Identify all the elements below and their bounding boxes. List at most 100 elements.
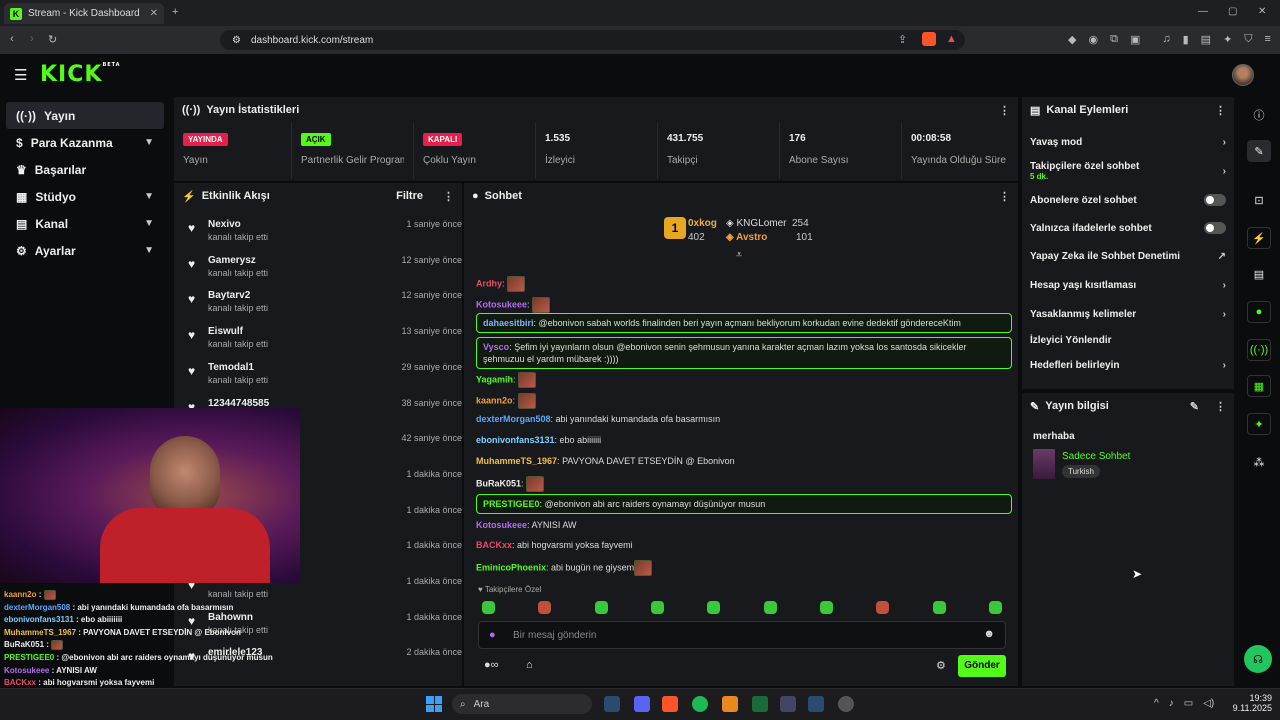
- steam-icon[interactable]: [808, 696, 824, 712]
- chat-username[interactable]: kaann2o: [476, 395, 513, 405]
- channel-action-item[interactable]: Abonelere özel sohbet: [1030, 194, 1226, 206]
- activity-username[interactable]: Eiswulf: [208, 326, 243, 337]
- sidebar-item-kanal[interactable]: ▤ Kanal ▼: [6, 210, 164, 237]
- music-icon[interactable]: ♫: [1162, 33, 1170, 46]
- activity-username[interactable]: Nexivo: [208, 219, 241, 230]
- send-button[interactable]: Gönder: [958, 655, 1006, 677]
- chat-username[interactable]: ebonivonfans3131: [476, 435, 555, 445]
- forward-icon[interactable]: ›: [30, 33, 34, 45]
- lightning-icon[interactable]: ⚡: [1247, 227, 1271, 249]
- mic-icon[interactable]: ●: [489, 629, 496, 641]
- clock[interactable]: 19:39 9.11.2025: [1232, 693, 1272, 713]
- activity-item[interactable]: ♥ Eiswulf kanalı takip etti 13 saniye önce: [184, 322, 462, 358]
- chat-username[interactable]: dexterMorgan508: [476, 414, 551, 424]
- chat-username[interactable]: EminicoPhoenix: [476, 562, 546, 572]
- more-options-icon[interactable]: ⋮: [1215, 104, 1226, 117]
- language-tag[interactable]: Turkish: [1062, 465, 1100, 478]
- brave-shield-icon[interactable]: [922, 32, 936, 46]
- document-icon[interactable]: ▤: [1247, 263, 1271, 285]
- sidebar-item-basarilar[interactable]: ♛ Başarılar: [6, 156, 164, 183]
- reload-icon[interactable]: ↻: [48, 33, 57, 46]
- chat-username[interactable]: Kotosukeee: [476, 299, 527, 309]
- wrench-icon[interactable]: ✦: [1247, 413, 1271, 435]
- store-icon[interactable]: ⌂: [526, 659, 533, 671]
- vpn-icon[interactable]: ⛉: [1244, 33, 1252, 46]
- chat-username[interactable]: Ardhy: [476, 278, 502, 288]
- activity-username[interactable]: Gamerysz: [208, 255, 256, 266]
- filter-button[interactable]: Filtre: [396, 190, 423, 202]
- chat-username[interactable]: BuRaK051: [476, 478, 521, 488]
- brave-icon[interactable]: [662, 696, 678, 712]
- edit-icon[interactable]: ✎: [1190, 400, 1199, 413]
- activity-item[interactable]: ♥ Bahownn kanalı takip etti 1 dakika önce: [184, 608, 462, 644]
- leaderboard-first-name[interactable]: 0xkog: [688, 218, 717, 229]
- support-icon[interactable]: ☊: [1244, 645, 1272, 673]
- chat-username[interactable]: Vysco: [483, 342, 509, 352]
- activity-item[interactable]: ♥ Baytarv2 kanalı takip etti 12 saniye önce: [184, 286, 462, 322]
- channel-action-item[interactable]: Yasaklanmış kelimeler ›: [1030, 309, 1226, 320]
- chat-username[interactable]: PRESTIGEE0: [483, 499, 540, 509]
- toggle-switch[interactable]: [1204, 222, 1226, 234]
- toggle-switch[interactable]: [1204, 194, 1226, 206]
- volume-icon[interactable]: ◁): [1203, 698, 1214, 709]
- app-icon[interactable]: [722, 696, 738, 712]
- emote-icon[interactable]: [538, 601, 552, 614]
- back-icon[interactable]: ‹: [10, 33, 14, 45]
- chat-username[interactable]: Yagamih: [476, 374, 513, 384]
- extension-icon[interactable]: ⧉: [1110, 33, 1118, 46]
- hamburger-menu-icon[interactable]: ☰: [14, 66, 27, 84]
- activity-item[interactable]: ♥ Nexivo kanalı takip etti 1 saniye önce: [184, 215, 462, 251]
- url-bar[interactable]: ⚙ dashboard.kick.com/stream: [220, 30, 965, 50]
- channel-action-item[interactable]: Yavaş mod ›: [1030, 137, 1226, 148]
- chat-input[interactable]: ● Bir mesaj gönderin ☻: [478, 621, 1006, 649]
- wallet-icon[interactable]: ▤: [1201, 33, 1211, 46]
- share-icon[interactable]: ⁂: [1247, 451, 1271, 473]
- activity-username[interactable]: 12344748585: [208, 398, 269, 409]
- layout-icon[interactable]: ▦: [1247, 375, 1271, 397]
- chat-username[interactable]: Kotosukeee: [476, 520, 527, 530]
- emoji-icon[interactable]: ☻: [983, 628, 995, 640]
- channel-action-item[interactable]: Yapay Zeka ile Sohbet Denetimi ↗: [1030, 251, 1226, 262]
- chat-username[interactable]: BACKxx: [476, 540, 512, 550]
- discord-icon[interactable]: [634, 696, 650, 712]
- leaderboard-second-name[interactable]: ◈ KNGLomer: [726, 218, 786, 229]
- emote-icon[interactable]: [876, 601, 890, 614]
- extension-icon[interactable]: ◆: [1068, 33, 1076, 46]
- obs-icon[interactable]: [838, 696, 854, 712]
- activity-item[interactable]: ♥ Gamerysz kanalı takip etti 12 saniye önce: [184, 251, 462, 287]
- sidebar-toggle-icon[interactable]: ▮: [1183, 33, 1189, 46]
- channel-action-item[interactable]: Yalnızca ifadelerle sohbet: [1030, 222, 1226, 234]
- emote-icon[interactable]: [594, 601, 608, 614]
- more-options-icon[interactable]: ⋮: [443, 190, 454, 203]
- channel-action-item[interactable]: Takipçilere özel sohbet 5 dk. ›: [1030, 161, 1226, 181]
- activity-username[interactable]: Baytarv2: [208, 290, 250, 301]
- more-options-icon[interactable]: ⋮: [1215, 400, 1226, 413]
- maximize-icon[interactable]: ▢: [1228, 6, 1237, 17]
- minimize-icon[interactable]: —: [1198, 6, 1208, 17]
- new-tab-icon[interactable]: +: [172, 6, 178, 18]
- pencil-icon[interactable]: ✎: [1247, 140, 1271, 162]
- emote-icon[interactable]: [932, 601, 946, 614]
- sidebar-item-yayin[interactable]: ((·)) Yayın: [6, 102, 164, 129]
- user-avatar[interactable]: [1232, 64, 1254, 86]
- activity-username[interactable]: Temodal1: [208, 362, 254, 373]
- sidebar-item-studyo[interactable]: ▦ Stüdyo ▼: [6, 183, 164, 210]
- emote-icon[interactable]: [763, 601, 777, 614]
- more-options-icon[interactable]: ⋮: [999, 190, 1010, 203]
- emote-icon[interactable]: [482, 601, 495, 614]
- monitor-icon[interactable]: ▭: [1184, 698, 1193, 709]
- windows-start-icon[interactable]: [426, 696, 442, 712]
- activity-username[interactable]: Bahownn: [208, 612, 253, 623]
- gift-icon[interactable]: ●∞: [484, 659, 499, 671]
- chat-settings-icon[interactable]: ⚙: [936, 659, 946, 672]
- taskbar-search[interactable]: ⌕ Ara: [452, 694, 592, 714]
- more-options-icon[interactable]: ⋮: [999, 104, 1010, 117]
- spotify-icon[interactable]: [692, 696, 708, 712]
- emote-icon[interactable]: [650, 601, 664, 614]
- extension-icon[interactable]: ◉: [1088, 33, 1098, 46]
- emote-icon[interactable]: [988, 601, 1002, 614]
- chat-username[interactable]: MuhammeTS_1967: [476, 456, 557, 466]
- share-icon[interactable]: ⇪: [898, 33, 907, 46]
- broadcast-icon[interactable]: ((·)): [1247, 339, 1271, 361]
- channel-action-item[interactable]: Hesap yaşı kısıtlaması ›: [1030, 280, 1226, 291]
